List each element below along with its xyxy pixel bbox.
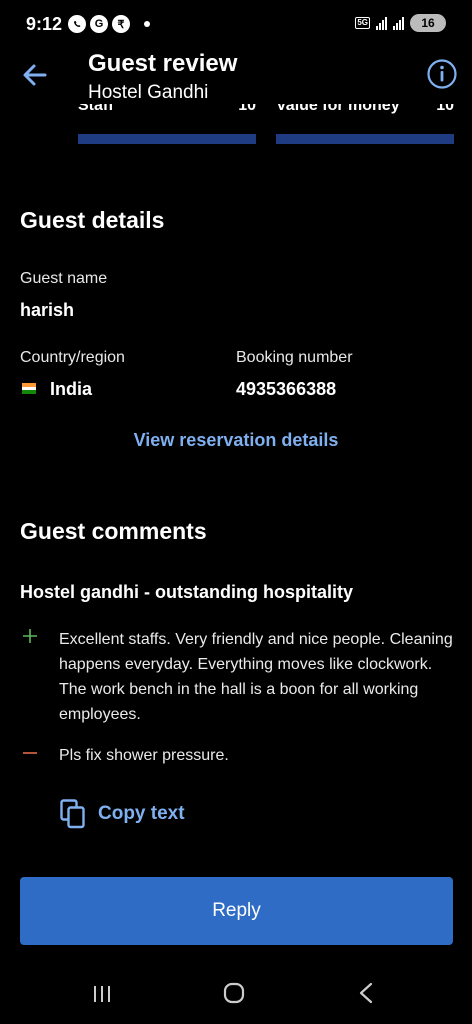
score-fill [276, 134, 454, 144]
signal-icon-2 [393, 16, 404, 30]
minus-icon [23, 752, 37, 754]
score-bar [78, 134, 256, 144]
home-icon[interactable] [223, 982, 245, 1004]
score-label: Value for money [276, 104, 400, 114]
recent-apps-icon[interactable] [92, 984, 112, 1004]
copy-text-button[interactable]: Copy text [60, 797, 185, 831]
copy-icon [60, 799, 85, 829]
nav-back-icon[interactable] [358, 982, 374, 1004]
score-value: 10 [238, 104, 256, 114]
back-arrow-icon[interactable] [18, 58, 52, 92]
page-title: Guest review [88, 50, 238, 77]
score-value: 10 [436, 104, 454, 114]
score-bar [276, 134, 454, 144]
guest-name-value: harish [20, 300, 75, 320]
score-staff: Staff 10 [78, 104, 256, 144]
info-icon[interactable] [426, 58, 458, 90]
booking-number-label: Booking number [236, 349, 353, 366]
plus-icon [23, 629, 37, 643]
status-system-icons: 5G 16 [355, 14, 446, 32]
status-bar: 9:12 G ₹ 5G 16 [0, 0, 472, 50]
country-label: Country/region [20, 349, 125, 366]
battery-icon: 16 [410, 14, 446, 32]
score-categories: Staff 10 Value for money 10 [78, 104, 454, 144]
guest-details-heading: Guest details [20, 207, 165, 233]
positive-comment: Excellent staffs. Very friendly and nice… [59, 631, 453, 723]
view-reservation-link[interactable]: View reservation details [0, 430, 472, 451]
copy-text-label: Copy text [98, 803, 185, 824]
google-icon: G [90, 15, 108, 33]
negative-comment: Pls fix shower pressure. [59, 747, 229, 764]
network-type-badge: 5G [355, 17, 370, 29]
rupee-icon: ₹ [112, 15, 130, 33]
booking-number-value: 4935366388 [236, 379, 337, 399]
app-header: Guest review Hostel Gandhi [0, 48, 472, 106]
page-subtitle: Hostel Gandhi [88, 82, 209, 103]
score-label: Staff [78, 104, 114, 114]
signal-icon [376, 16, 387, 30]
score-value-for-money: Value for money 10 [276, 104, 454, 144]
whatsapp-icon [68, 15, 86, 33]
system-nav-bar [0, 966, 472, 1024]
guest-comments-heading: Guest comments [20, 518, 207, 544]
score-fill [78, 134, 256, 144]
reply-button[interactable]: Reply [20, 877, 453, 945]
india-flag-icon [22, 383, 36, 394]
status-notification-icons: G ₹ [68, 15, 150, 33]
review-title: Hostel gandhi - outstanding hospitality [20, 582, 353, 602]
guest-name-label: Guest name [20, 270, 108, 287]
country-value: India [50, 379, 93, 399]
notification-dot [144, 21, 150, 27]
status-time: 9:12 [26, 14, 63, 34]
